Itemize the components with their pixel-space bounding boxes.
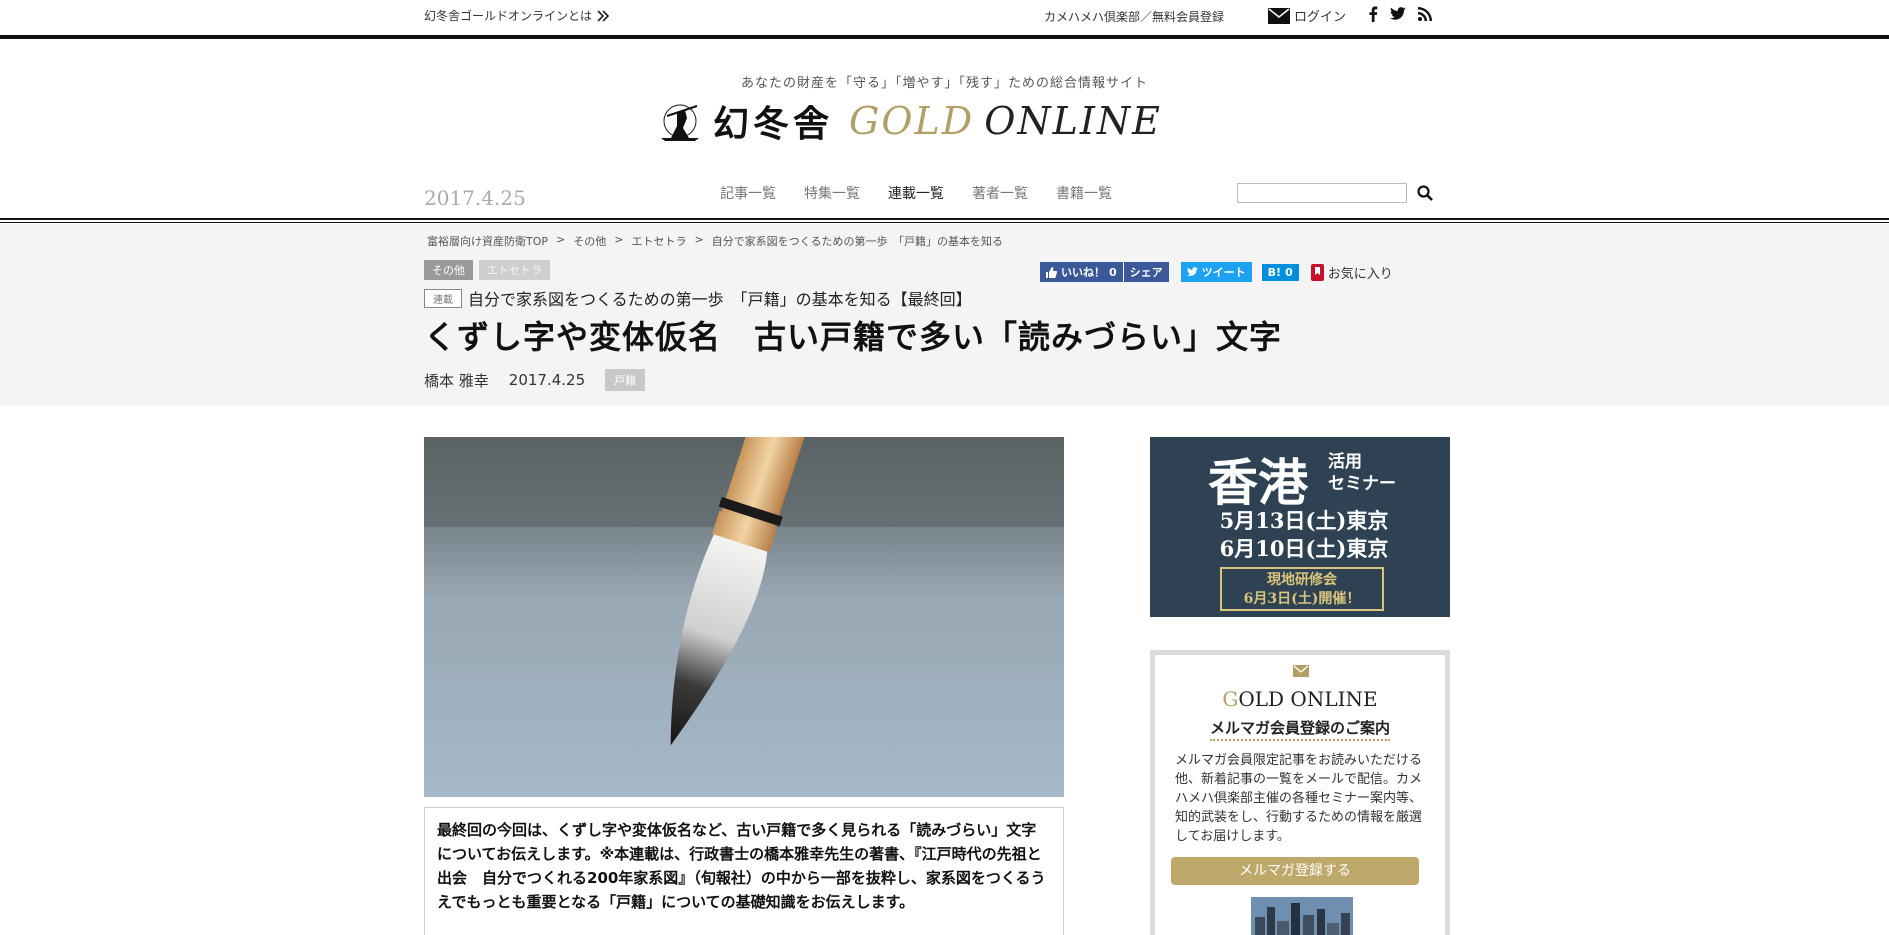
about-link-label: 幻冬舎ゴールドオンラインとは <box>424 9 593 23</box>
newsletter-heading-text: メルマガ会員登録のご案内 <box>1209 719 1390 741</box>
nav-item-books[interactable]: 書籍一覧 <box>1056 183 1112 203</box>
like-label: いいね！ <box>1061 266 1105 279</box>
thumbs-up-icon <box>1046 266 1057 278</box>
nav-item-series[interactable]: 連載一覧 <box>888 183 944 203</box>
breadcrumb-separator: > <box>556 233 566 246</box>
article-meta: 橋本 雅幸 2017.4.25 戸籍 <box>424 369 646 391</box>
breadcrumb-item[interactable]: 富裕層向け資産防衛TOP <box>427 233 548 249</box>
main-nav: 記事一覧 特集一覧 連載一覧 著者一覧 書籍一覧 <box>720 183 1112 203</box>
hatena-bookmark-button[interactable]: B! 0 <box>1261 263 1299 281</box>
logo-online: ONLINE <box>984 99 1162 143</box>
login-label: ログイン <box>1294 10 1347 25</box>
share-buttons: いいね！ 0 シェア ツイート B! 0 お気に入り <box>1040 262 1393 282</box>
keyword-tag[interactable]: 戸籍 <box>605 369 646 391</box>
samurai-logo-icon <box>661 104 699 141</box>
ad-date: 6月10日(土)東京 <box>1219 536 1389 561</box>
like-count: 0 <box>1109 265 1117 279</box>
site-tagline: あなたの財産を「守る」「増やす」「残す」ための総合情報サイト <box>740 76 1148 91</box>
facebook-like-button[interactable]: いいね！ 0 <box>1040 262 1123 282</box>
author-name[interactable]: 橋本 雅幸 <box>424 370 489 391</box>
article-hero-image <box>424 437 1064 797</box>
double-chevron-right-icon <box>597 9 610 22</box>
calligraphy-brush-image <box>424 437 1064 797</box>
favorite-label: お気に入り <box>1327 266 1393 282</box>
ad-date: 5月13日(土)東京 <box>1219 508 1389 533</box>
subcategory-tag[interactable]: エトセトラ <box>479 260 550 280</box>
favorite-button[interactable]: お気に入り <box>1310 263 1393 282</box>
series-title[interactable]: 自分で家系図をつくるための第一歩 「戸籍」の基本を知る【最終回】 <box>468 286 972 310</box>
city-skyline-image <box>1251 897 1353 935</box>
twitter-icon[interactable] <box>1390 7 1406 21</box>
facebook-icon[interactable] <box>1368 6 1378 22</box>
site-logo[interactable]: 幻冬舎 GOLD ONLINE <box>657 94 1217 148</box>
newsletter-description: メルマガ会員限定記事をお読みいただける他、新着記事の一覧をメールで配信。カメハメ… <box>1175 753 1423 844</box>
series-badge: 連載 <box>424 288 462 308</box>
nav-item-features[interactable]: 特集一覧 <box>804 183 860 203</box>
ad-subheadline: 活用 セミナー <box>1328 451 1396 495</box>
envelope-icon <box>1293 665 1309 677</box>
ad-box-line: 6月3日(土)開催！ <box>1243 591 1361 607</box>
breadcrumb: 富裕層向け資産防衛TOP > その他 > エトセトラ > 自分で家系図をつくるた… <box>427 233 1003 249</box>
logo-kanji: 幻冬舎 <box>713 103 834 145</box>
series-info: 連載 自分で家系図をつくるための第一歩 「戸籍」の基本を知る【最終回】 <box>424 286 972 310</box>
top-rule <box>0 35 1889 39</box>
twitter-icon <box>1186 267 1198 276</box>
breadcrumb-separator: > <box>614 233 624 246</box>
about-link[interactable]: 幻冬舎ゴールドオンラインとは <box>424 7 610 24</box>
ad-box-line: 現地研修会 <box>1267 572 1337 588</box>
breadcrumb-item[interactable]: その他 <box>573 233 606 249</box>
search-input[interactable] <box>1237 183 1407 203</box>
article-date: 2017.4.25 <box>508 371 586 389</box>
category-tag[interactable]: その他 <box>424 260 473 280</box>
breadcrumb-item[interactable]: 自分で家系図をつくるための第一歩 「戸籍」の基本を知る <box>712 233 1003 249</box>
logo-gold: GOLD <box>849 99 975 143</box>
login-link[interactable]: ログイン <box>1268 6 1346 25</box>
breadcrumb-separator: > <box>694 233 704 246</box>
mail-icon <box>1268 7 1290 24</box>
search-form <box>1237 183 1433 203</box>
ad-sub-line: 活用 <box>1328 452 1362 472</box>
ad-onsite-box: 現地研修会 6月3日(土)開催！ <box>1220 567 1384 611</box>
tweet-button[interactable]: ツイート <box>1180 262 1252 282</box>
nav-rule <box>0 218 1889 223</box>
breadcrumb-item[interactable]: エトセトラ <box>631 233 686 249</box>
bookmark-icon <box>1310 263 1324 281</box>
newsletter-register-button[interactable]: メルマガ登録する <box>1171 857 1419 885</box>
newsletter-brand: GOLD ONLINE <box>1155 687 1445 711</box>
newsletter-heading: メルマガ会員登録のご案内 <box>1155 717 1445 741</box>
top-utility-bar: 幻冬舎ゴールドオンラインとは カメハメハ倶楽部／無料会員登録 ログイン <box>0 0 1889 34</box>
header-date: 2017.4.25 <box>424 186 526 210</box>
brand-rest: OLD ONLINE <box>1238 687 1378 711</box>
nav-item-authors[interactable]: 著者一覧 <box>972 183 1028 203</box>
social-links <box>1368 6 1432 22</box>
rss-icon[interactable] <box>1418 7 1432 21</box>
book-thumbnail[interactable] <box>1251 897 1353 935</box>
hatena-count: 0 <box>1285 265 1293 279</box>
brand-letter-g: G <box>1222 687 1239 711</box>
search-icon[interactable] <box>1417 185 1433 201</box>
facebook-share-button[interactable]: シェア <box>1123 262 1169 282</box>
seminar-ad-banner[interactable]: 香港 活用 セミナー 5月13日(土)東京 6月10日(土)東京 現地研修会 6… <box>1150 437 1450 617</box>
article-lead: 最終回の今回は、くずし字や変体仮名など、古い戸籍で多く見られる「読みづらい」文字… <box>424 807 1064 935</box>
nav-item-articles[interactable]: 記事一覧 <box>720 183 776 203</box>
tweet-label: ツイート <box>1201 266 1246 279</box>
hatena-label: B! <box>1267 265 1282 279</box>
article-title: くずし字や変体仮名 古い戸籍で多い「読みづらい」文字 <box>424 318 1283 356</box>
ad-sub-line: セミナー <box>1328 474 1396 494</box>
newsletter-panel: GOLD ONLINE メルマガ会員登録のご案内 メルマガ会員限定記事をお読みい… <box>1150 650 1450 935</box>
category-tags: その他 エトセトラ <box>424 260 550 280</box>
register-link[interactable]: カメハメハ倶楽部／無料会員登録 <box>1044 8 1224 25</box>
